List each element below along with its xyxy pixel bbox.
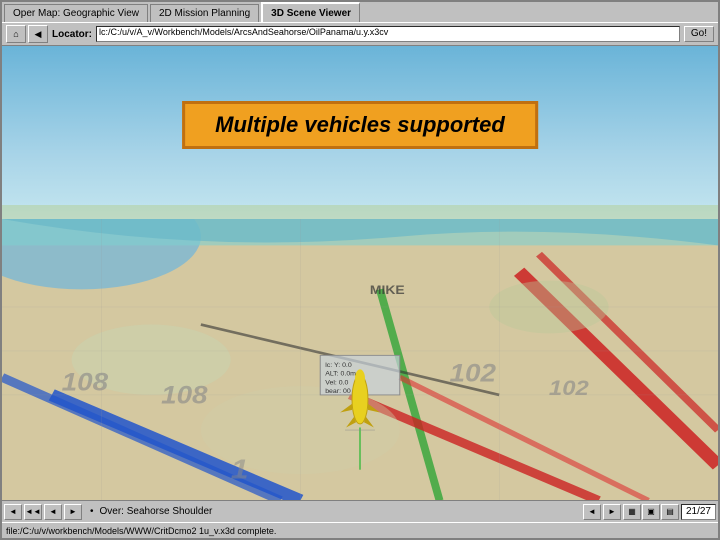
tab-2d-mission[interactable]: 2D Mission Planning — [150, 4, 259, 22]
locator-field[interactable]: lc:/C:/u/v/A_v/Workbench/Models/ArcsAndS… — [96, 26, 680, 42]
icon-btn-3[interactable]: ▤ — [661, 504, 679, 520]
toolbar-btn-1[interactable]: ⌂ — [6, 25, 26, 43]
svg-text:1: 1 — [231, 454, 249, 485]
tab-bar: Oper Map: Geographic View 2D Mission Pla… — [2, 2, 718, 22]
main-window: Oper Map: Geographic View 2D Mission Pla… — [0, 0, 720, 540]
bullet-indicator: • — [90, 506, 94, 517]
svg-text:Vel: 0.0: Vel: 0.0 — [325, 379, 349, 386]
svg-text:ALT: 0.0m: ALT: 0.0m — [325, 370, 356, 377]
toolbar-btn-2[interactable]: ◀ — [28, 25, 48, 43]
status-arrow-right[interactable]: ► — [603, 504, 621, 520]
tab-3d-scene[interactable]: 3D Scene Viewer — [261, 2, 360, 22]
icon-btn-1[interactable]: ▦ — [623, 504, 641, 520]
svg-text:108: 108 — [161, 381, 208, 409]
go-button[interactable]: Go! — [684, 26, 714, 42]
icon-btn-2[interactable]: ▣ — [642, 504, 660, 520]
status-arrow-left[interactable]: ◄ — [583, 504, 601, 520]
nav-back-btn[interactable]: ◄ — [4, 504, 22, 520]
svg-text:102: 102 — [549, 376, 589, 399]
banner-text: Multiple vehicles supported — [215, 112, 505, 137]
toolbar-nav-buttons: ⌂ ◀ — [6, 25, 48, 43]
status-bar: ◄ ◄◄ ◄ ► • Over: Seahorse Shoulder ◄ ► ▦… — [2, 500, 718, 522]
file-path-bar: file:/C:/u/v/workbench/Models/WWW/CritDc… — [2, 522, 718, 538]
terrain-region: MIKE lc: Y: 0.0 ALT: 0.0m Vel: 0.0 bear:… — [2, 219, 718, 500]
page-indicator: 21/27 — [681, 504, 716, 520]
svg-text:MIKE: MIKE — [370, 282, 405, 296]
terrain-svg: MIKE lc: Y: 0.0 ALT: 0.0m Vel: 0.0 bear:… — [2, 219, 718, 500]
status-location-text: Over: Seahorse Shoulder — [96, 506, 581, 517]
file-path-text: file:/C:/u/v/workbench/Models/WWW/CritDc… — [6, 526, 276, 536]
svg-text:102: 102 — [450, 359, 497, 387]
tab-geographic-view[interactable]: Oper Map: Geographic View — [4, 4, 148, 22]
svg-text:lc: Y: 0.0: lc: Y: 0.0 — [325, 362, 352, 369]
toolbar: ⌂ ◀ Locator: lc:/C:/u/v/A_v/Workbench/Mo… — [2, 22, 718, 46]
status-icon-group: ▦ ▣ ▤ — [623, 504, 679, 520]
nav-back-btn-3[interactable]: ◄ — [44, 504, 62, 520]
locator-label: Locator: — [52, 29, 92, 40]
nav-fwd-btn[interactable]: ► — [64, 504, 82, 520]
nav-back-btn-2[interactable]: ◄◄ — [24, 504, 42, 520]
banner-overlay: Multiple vehicles supported — [182, 101, 538, 149]
svg-text:108: 108 — [62, 368, 109, 396]
svg-text:bear: 00: bear: 00 — [325, 388, 351, 395]
3d-scene-view: MIKE lc: Y: 0.0 ALT: 0.0m Vel: 0.0 bear:… — [2, 46, 718, 500]
